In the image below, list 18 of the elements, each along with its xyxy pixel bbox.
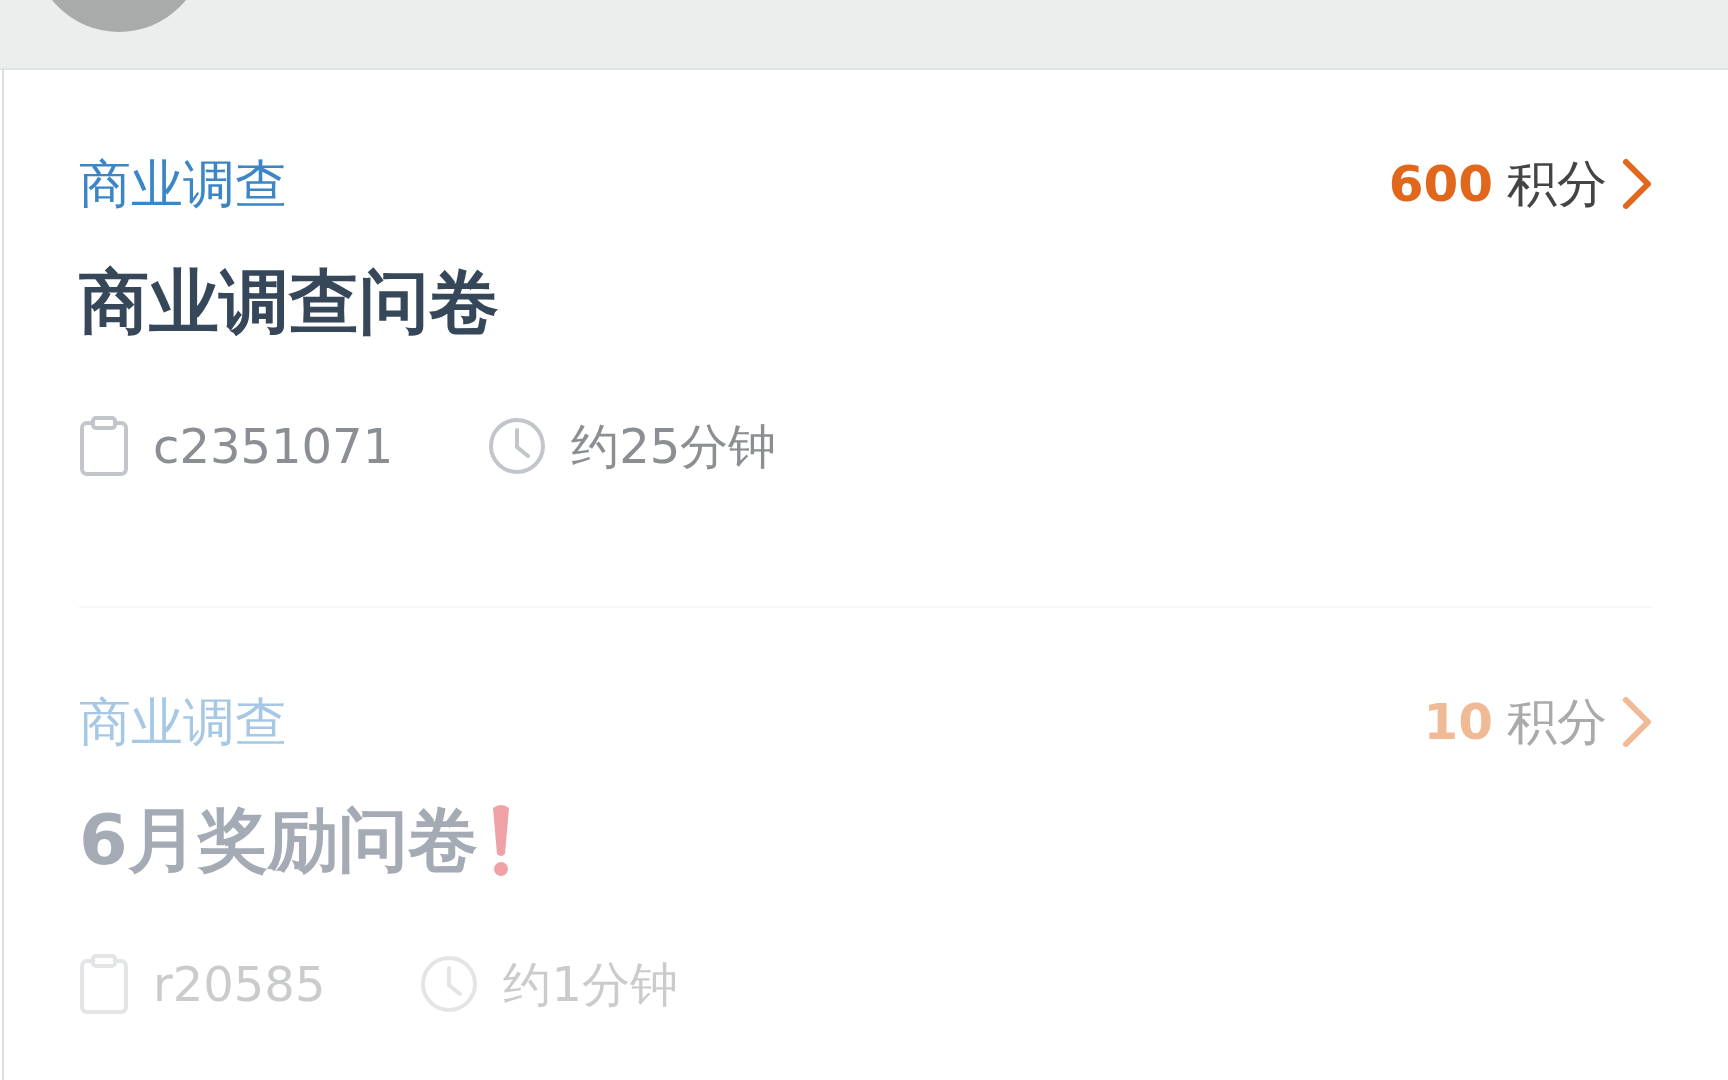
survey-item[interactable]: 商业调查 600 积分 商业调查问卷 c2351071 约25分钟 [79, 70, 1653, 606]
survey-category: 商业调查 [79, 154, 287, 214]
points-unit: 积分 [1507, 692, 1607, 752]
points-link[interactable]: 600 积分 [1388, 154, 1653, 214]
chevron-right-icon [1621, 695, 1653, 749]
clipboard-icon [79, 953, 129, 1015]
survey-title: 6月奖励问卷 [79, 800, 478, 880]
survey-category: 商业调查 [79, 692, 287, 752]
points-value: 600 [1388, 154, 1493, 214]
points-unit: 积分 [1507, 154, 1607, 214]
survey-title: 商业调查问卷 [79, 262, 499, 342]
clock-icon [419, 954, 480, 1014]
points-value: 10 [1423, 692, 1493, 752]
survey-duration: 约25分钟 [571, 417, 777, 476]
clock-icon [487, 416, 548, 476]
survey-code: c2351071 [153, 417, 394, 476]
chevron-right-icon [1621, 157, 1653, 211]
clipboard-icon [79, 415, 129, 477]
